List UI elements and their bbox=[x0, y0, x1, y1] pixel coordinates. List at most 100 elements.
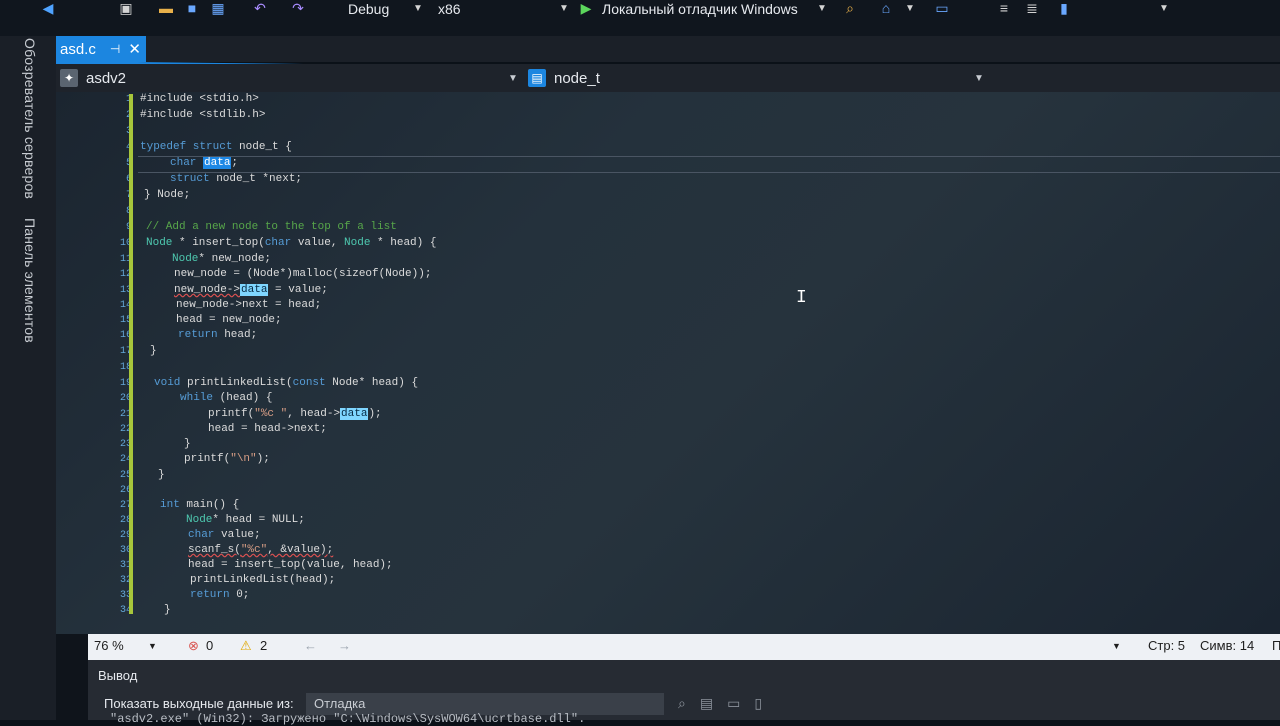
back-nav-icon[interactable]: ◀ bbox=[40, 0, 56, 16]
code-line: new_node->data = value; bbox=[174, 284, 328, 296]
line-number: 28 bbox=[119, 515, 132, 526]
chevron-down-icon[interactable]: ▼ bbox=[814, 0, 830, 16]
close-icon[interactable]: ✕ bbox=[128, 40, 141, 58]
side-tool-strip: Обозреватель серверов Панель элементов bbox=[0, 36, 56, 720]
selected-identifier: data bbox=[203, 157, 232, 169]
code-text: #include <stdlib.h> bbox=[140, 109, 266, 121]
find-icon[interactable]: ⌕ bbox=[842, 0, 858, 16]
scope-combo[interactable]: ▤ node_t ▼ bbox=[528, 66, 984, 90]
pin-icon[interactable]: ⊣ bbox=[110, 42, 120, 56]
prev-issue-icon[interactable]: ← bbox=[304, 638, 317, 653]
highlighted-reference: data bbox=[240, 284, 269, 296]
config-dropdown[interactable]: Debug bbox=[348, 0, 389, 22]
code-text: printf( bbox=[184, 453, 231, 465]
code-line: char value; bbox=[188, 529, 261, 541]
line-number: 9 bbox=[86, 222, 132, 233]
code-text: value; bbox=[214, 529, 261, 541]
code-text: 0; bbox=[229, 589, 250, 601]
code-line: } bbox=[164, 604, 171, 616]
code-string: "\n" bbox=[230, 453, 257, 465]
chevron-down-icon[interactable]: ▼ bbox=[410, 0, 426, 16]
output-toolbar: ⌕ ▤ ▭ ▯ bbox=[678, 695, 762, 712]
line-number: 2 bbox=[86, 110, 132, 121]
line-indicator: Стр: 5 bbox=[1148, 638, 1186, 653]
line-number: 24 bbox=[119, 454, 132, 465]
line-number: 23 bbox=[119, 439, 132, 450]
comment-icon[interactable]: ≡ bbox=[996, 0, 1012, 16]
line-number: 25 bbox=[119, 470, 132, 481]
code-text: } bbox=[164, 604, 171, 616]
code-text: } bbox=[150, 345, 157, 357]
code-line: char data; bbox=[170, 157, 238, 169]
line-number: 20 bbox=[119, 393, 132, 404]
warning-count: 2 bbox=[260, 638, 268, 653]
code-text: = value; bbox=[268, 284, 328, 296]
chevron-down-icon[interactable]: ▼ bbox=[1112, 641, 1121, 651]
start-debug-icon[interactable]: ▶ bbox=[578, 0, 594, 16]
platform-dropdown[interactable]: x86 bbox=[438, 0, 461, 22]
redo-icon[interactable]: ↷ bbox=[290, 0, 306, 16]
next-issue-icon[interactable]: → bbox=[338, 638, 351, 653]
line-number: 11 bbox=[119, 254, 132, 265]
zoom-level[interactable]: 76 % bbox=[94, 638, 124, 653]
line-number: 18 bbox=[119, 362, 132, 373]
new-project-icon[interactable]: ▣ bbox=[118, 0, 134, 16]
save-all-icon[interactable]: ▦ bbox=[210, 0, 226, 16]
code-line: } bbox=[184, 438, 191, 450]
code-text: , &value); bbox=[267, 544, 334, 556]
code-text: ); bbox=[368, 408, 382, 420]
word-wrap-icon[interactable]: ▭ bbox=[727, 695, 740, 712]
error-count: 0 bbox=[206, 638, 214, 653]
chevron-down-icon[interactable]: ▼ bbox=[148, 641, 157, 651]
chevron-down-icon[interactable]: ▼ bbox=[902, 0, 918, 16]
line-number: 26 bbox=[119, 485, 132, 496]
clear-all-icon[interactable]: ▤ bbox=[700, 695, 713, 712]
project-icon: ✦ bbox=[60, 69, 78, 87]
code-editor[interactable]: 1 2 3 4 5 6 7 8 9 10 11 12 13 14 15 16 1… bbox=[56, 92, 1280, 634]
debugger-button[interactable]: Локальный отладчик Windows bbox=[602, 0, 798, 22]
line-number: 1 bbox=[86, 94, 132, 105]
uncomment-icon[interactable]: ≣ bbox=[1024, 0, 1040, 16]
code-text: * head) { bbox=[370, 237, 437, 249]
undo-icon[interactable]: ↶ bbox=[252, 0, 268, 16]
server-explorer-tab[interactable]: Обозреватель серверов bbox=[22, 38, 38, 199]
line-number: 8 bbox=[86, 206, 132, 217]
code-line: Node * insert_top(char value, Node * hea… bbox=[146, 237, 436, 249]
code-type: Node bbox=[172, 253, 199, 265]
line-number: 15 bbox=[119, 315, 132, 326]
line-number: 34 bbox=[119, 605, 132, 616]
code-text: new_node->next = head; bbox=[176, 299, 322, 311]
line-number: 3 bbox=[86, 126, 132, 137]
error-icon[interactable]: ⊗ bbox=[188, 638, 199, 654]
code-text: ); bbox=[256, 453, 270, 465]
code-line: #include <stdlib.h> bbox=[140, 109, 265, 121]
code-text: value, bbox=[291, 237, 345, 249]
code-text: ; bbox=[231, 157, 239, 169]
code-text: new_node = (Node*)malloc(sizeof(Node)); bbox=[174, 268, 432, 280]
tab-asd-c[interactable]: asd.c ⊣ ✕ bbox=[56, 36, 146, 62]
code-text: * new_node; bbox=[198, 253, 272, 265]
overflow-icon[interactable]: ▼ bbox=[1156, 0, 1172, 16]
code-line: new_node = (Node*)malloc(sizeof(Node)); bbox=[174, 268, 431, 280]
code-text: head = head->next; bbox=[208, 423, 327, 435]
find-icon[interactable]: ⌕ bbox=[678, 695, 686, 712]
toolbox-tab[interactable]: Панель элементов bbox=[22, 218, 38, 343]
code-line: void printLinkedList(const Node* head) { bbox=[154, 377, 418, 389]
output-source-label: Показать выходные данные из: bbox=[104, 696, 294, 711]
line-number: 29 bbox=[119, 530, 132, 541]
line-number: 5 bbox=[86, 158, 132, 169]
chevron-down-icon[interactable]: ▼ bbox=[556, 0, 572, 16]
project-combo[interactable]: ✦ asdv2 ▼ bbox=[60, 66, 520, 90]
line-number: 33 bbox=[119, 590, 132, 601]
open-folder-icon[interactable]: ▬ bbox=[158, 0, 174, 16]
warning-icon[interactable]: ⚠ bbox=[240, 638, 252, 654]
toggle-wrap-icon[interactable]: ▯ bbox=[754, 695, 762, 712]
save-icon[interactable]: ■ bbox=[184, 0, 200, 16]
code-line: typedef struct node_t { bbox=[140, 141, 292, 153]
code-text: * insert_top( bbox=[172, 237, 265, 249]
code-line: } Node; bbox=[144, 189, 190, 201]
line-number: 21 bbox=[119, 409, 132, 420]
bookmark-icon[interactable]: ▮ bbox=[1056, 0, 1072, 16]
home-icon[interactable]: ⌂ bbox=[878, 0, 894, 16]
browser-icon[interactable]: ▭ bbox=[934, 0, 950, 16]
